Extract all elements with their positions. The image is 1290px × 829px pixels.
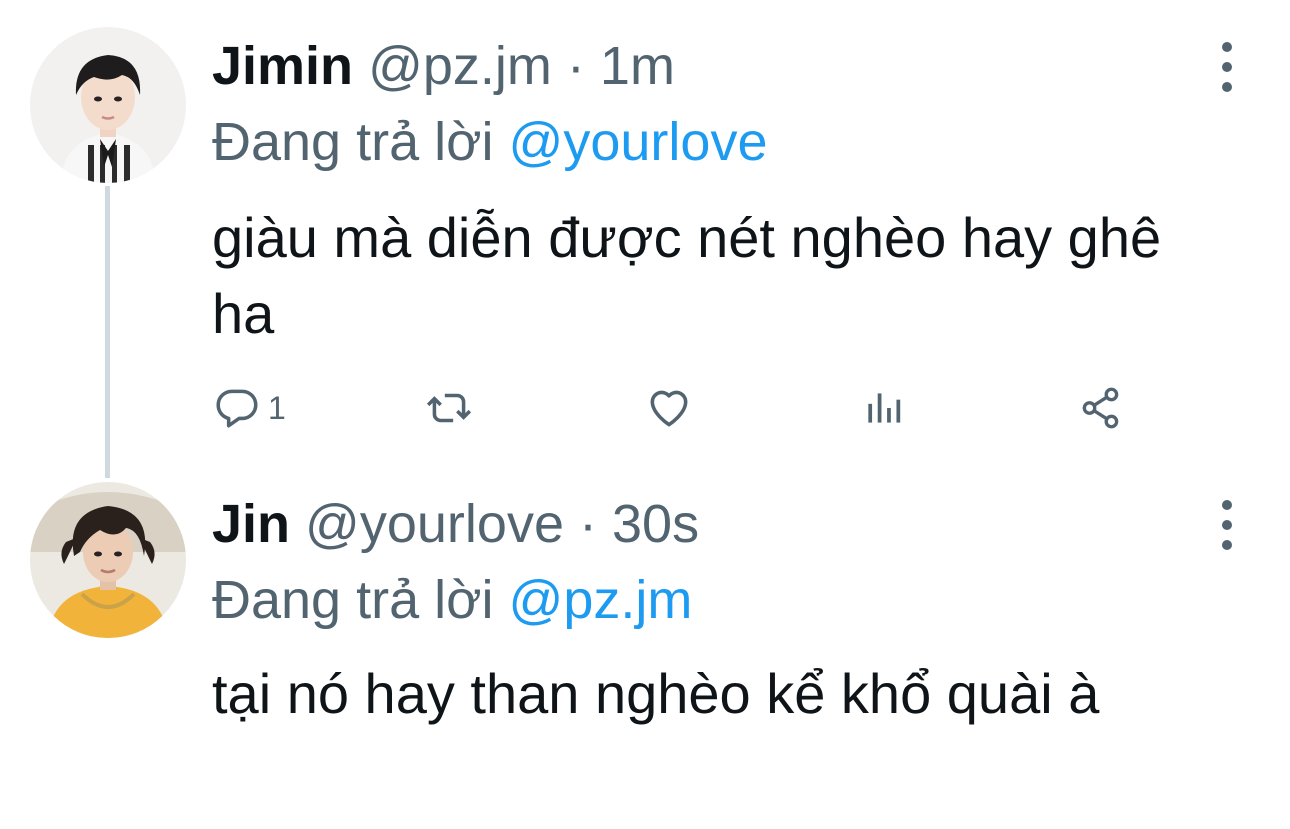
replying-to: Đang trả lời @pz.jm [212,570,692,630]
retweet-button[interactable] [424,380,474,436]
avatar-jin-image [30,482,186,638]
author-handle[interactable]: @yourlove [305,494,564,554]
author-handle[interactable]: @pz.jm [368,36,552,96]
replying-label: Đang trả lời [212,112,494,172]
share-button[interactable] [1076,380,1126,436]
avatar-jin[interactable] [30,482,186,638]
replying-to: Đang trả lời @yourlove [212,112,767,172]
meta-separator: · [579,494,597,554]
heart-icon [650,390,688,427]
more-vertical-icon[interactable] [1212,500,1242,550]
share-icon [1082,387,1119,429]
tweet-text: tại nó hay than nghèo kể khổ quài à [212,662,1100,725]
avatar-jimin[interactable] [30,27,186,183]
tweet-text: giàu mà diễn được nét nghèo hay ghê ha [212,206,1162,345]
retweet-icon [426,393,472,423]
like-button[interactable] [644,380,694,436]
replying-to-mention[interactable]: @yourlove [509,112,768,172]
thread-line [105,186,110,478]
tweet-header: Jin @yourlove · 30s [212,494,699,554]
reply-icon [216,389,258,428]
tweet-actions: 1 [212,380,1162,440]
meta-separator: · [566,36,585,96]
reply-count: 1 [268,389,286,426]
replying-label: Đang trả lời [212,570,494,630]
replying-to-mention[interactable]: @pz.jm [509,570,693,630]
avatar-jimin-image [30,27,186,183]
more-vertical-icon[interactable] [1212,42,1242,92]
tweet-time[interactable]: 1m [600,36,675,96]
views-icon [868,393,901,423]
author-name[interactable]: Jimin [212,36,353,96]
tweet-jimin[interactable]: Jimin @pz.jm · 1m Đang trả lời @yourlove… [0,0,1290,478]
tweet-header: Jimin @pz.jm · 1m [212,36,675,96]
views-button[interactable] [860,380,910,436]
tweet-jin[interactable]: Jin @yourlove · 30s Đang trả lời @pz.jm … [0,470,1290,829]
tweet-time[interactable]: 30s [612,494,699,554]
reply-button[interactable]: 1 [212,380,286,436]
author-name[interactable]: Jin [212,494,290,554]
